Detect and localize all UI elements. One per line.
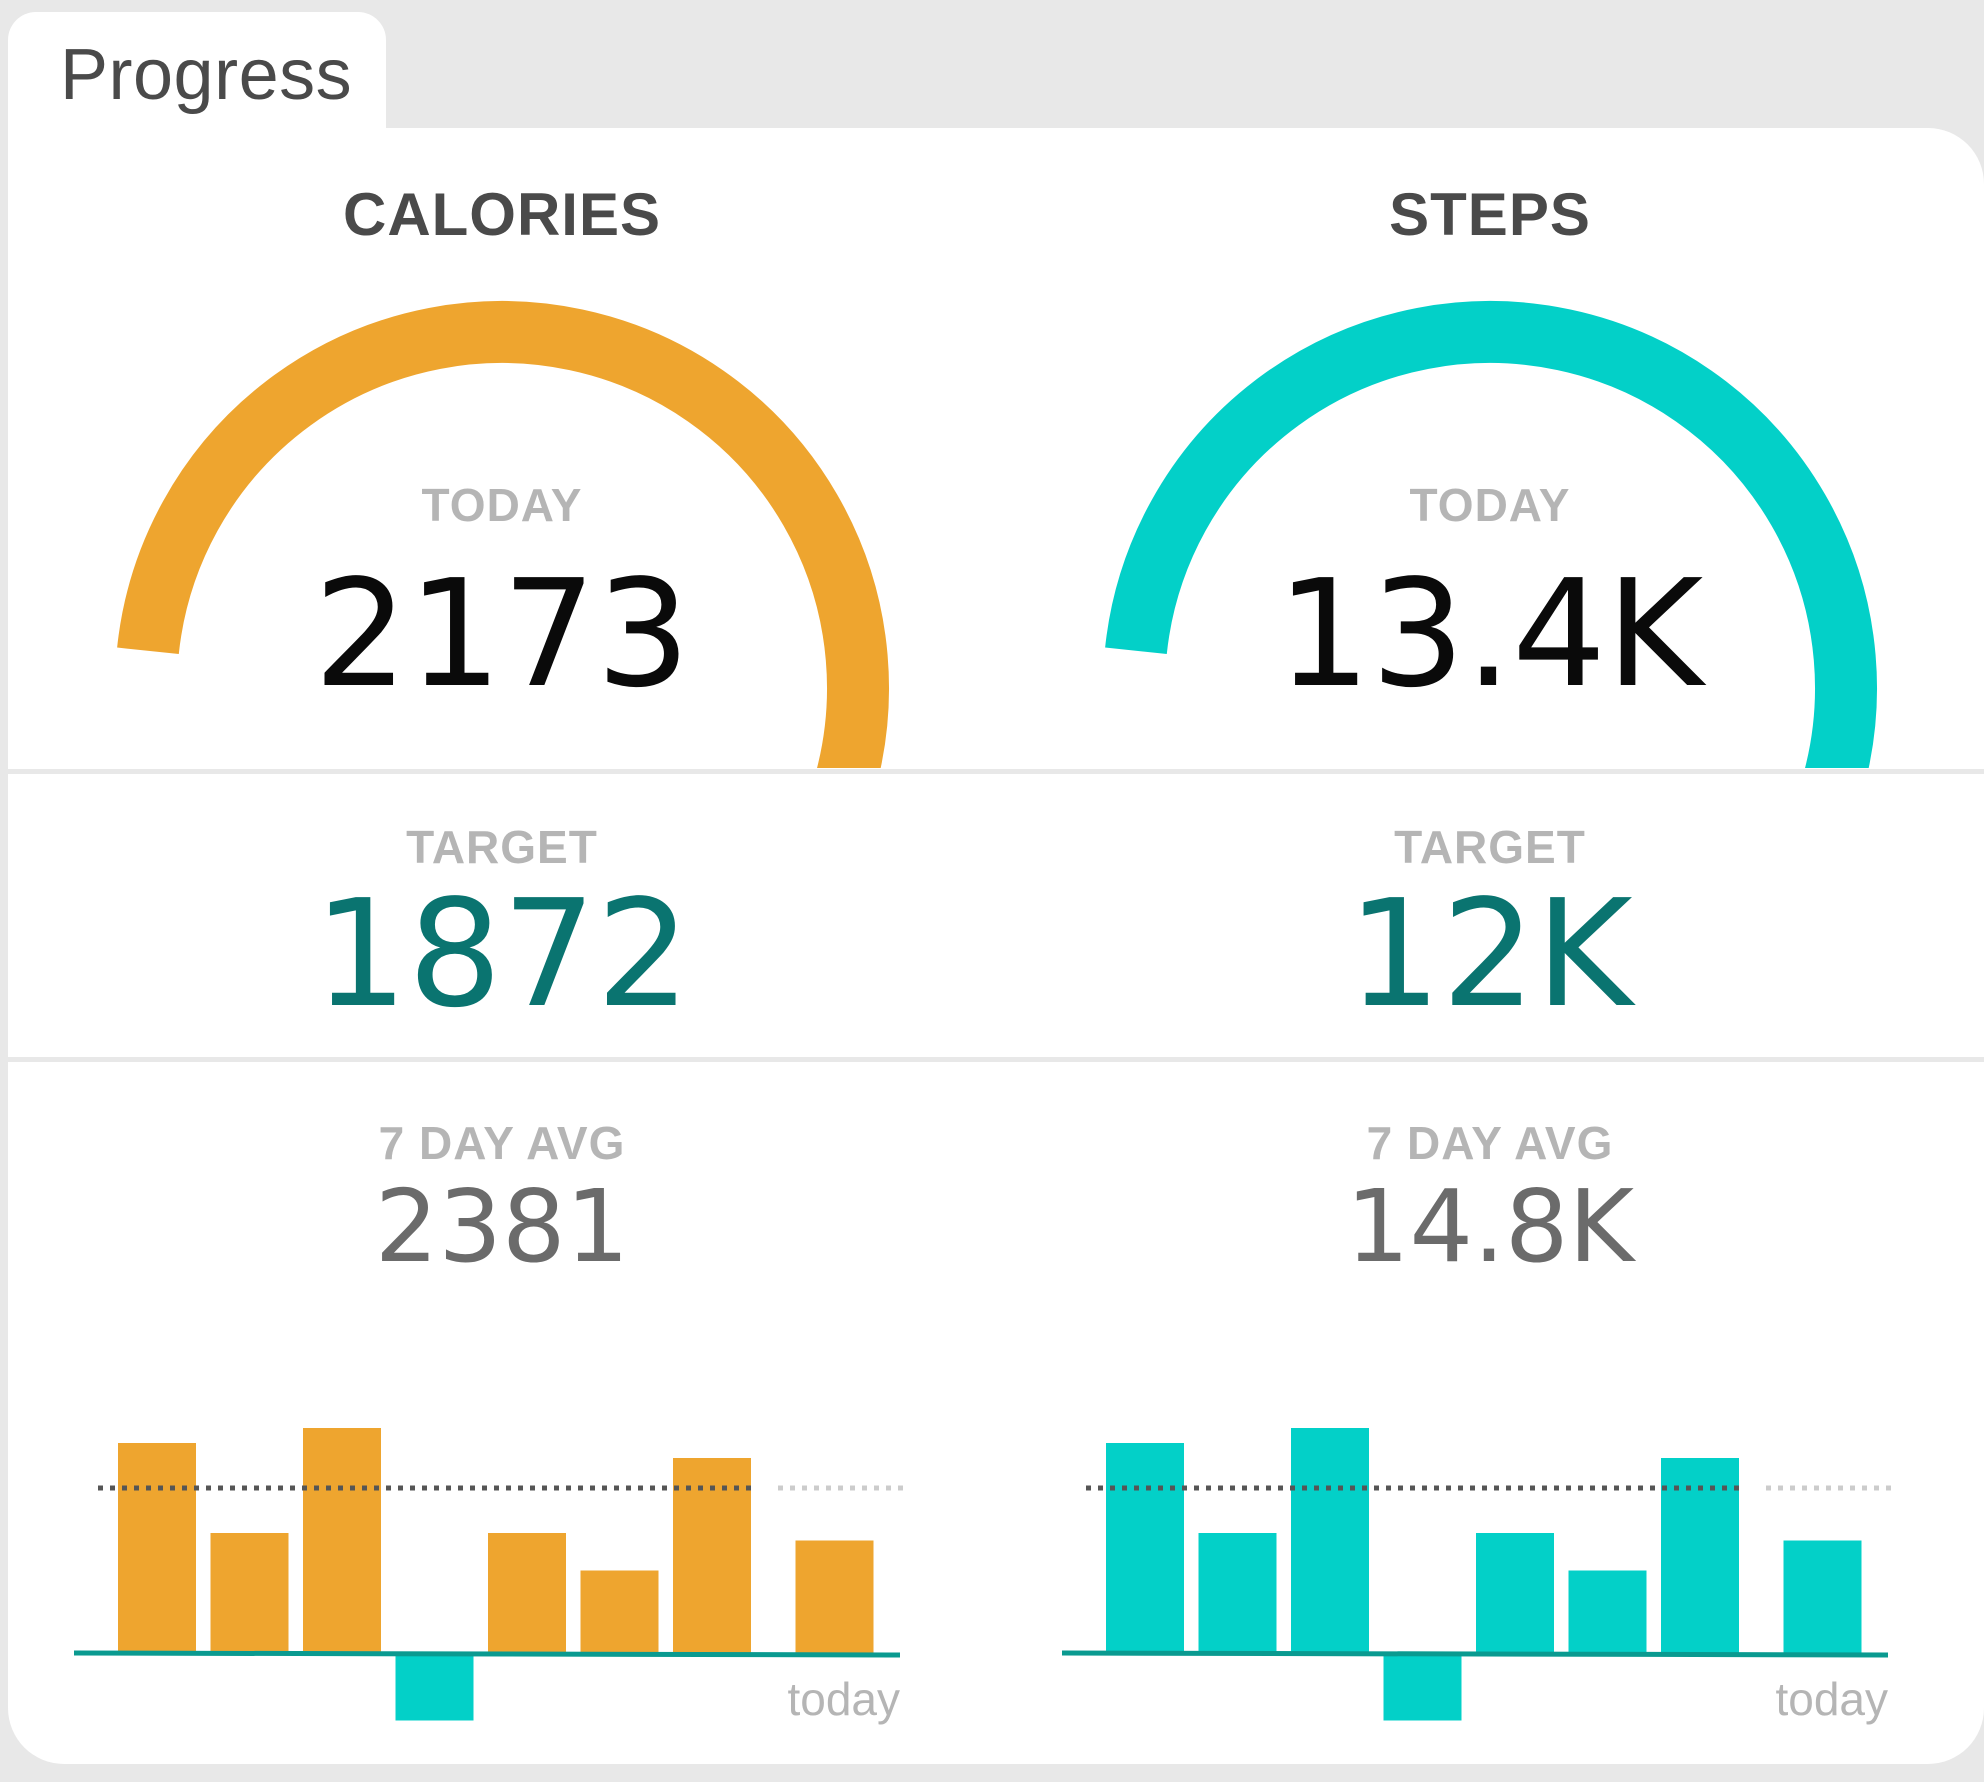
baseline [1061, 1650, 1889, 1658]
today-label: TODAY [421, 479, 583, 531]
bar [1106, 1443, 1184, 1653]
avg-label: 7 DAY AVG [1366, 1117, 1614, 1169]
calories-column: CALORIES TODAY 2173 TARGET 1872 7 DAY AV… [8, 128, 996, 1764]
target-value: 1872 [313, 868, 691, 1040]
calories-bar-chart: today [73, 1428, 908, 1725]
today-axis-label: today [1775, 1673, 1888, 1725]
bar [1291, 1428, 1369, 1653]
today-value: 13.4K [1276, 548, 1704, 720]
bar [488, 1533, 566, 1653]
bar [1198, 1533, 1277, 1653]
avg-value: 2381 [374, 1168, 630, 1285]
bar [395, 1653, 474, 1721]
baseline [73, 1650, 901, 1658]
bar [795, 1540, 874, 1653]
target-value: 12K [1347, 868, 1633, 1040]
target-label: TARGET [1394, 821, 1586, 873]
bar [1476, 1533, 1554, 1653]
progress-card: CALORIES TODAY 2173 TARGET 1872 7 DAY AV… [8, 128, 1984, 1764]
bar [1383, 1653, 1462, 1721]
bar [118, 1443, 196, 1653]
bar [1783, 1540, 1862, 1653]
target-label: TARGET [406, 821, 598, 873]
today-value: 2173 [313, 548, 691, 720]
today-label: TODAY [1409, 479, 1571, 531]
today-axis-label: today [787, 1673, 900, 1725]
bar [210, 1533, 289, 1653]
tab-progress[interactable]: Progress [8, 12, 386, 136]
steps-column: STEPS TODAY 13.4K TARGET 12K 7 DAY AVG 1… [996, 128, 1984, 1764]
avg-value: 14.8K [1345, 1168, 1635, 1285]
bar [1568, 1570, 1647, 1653]
tab-label: Progress [60, 35, 353, 115]
steps-bar-chart: today [1061, 1428, 1896, 1725]
avg-label: 7 DAY AVG [378, 1117, 626, 1169]
bar [303, 1428, 381, 1653]
bar [580, 1570, 659, 1653]
